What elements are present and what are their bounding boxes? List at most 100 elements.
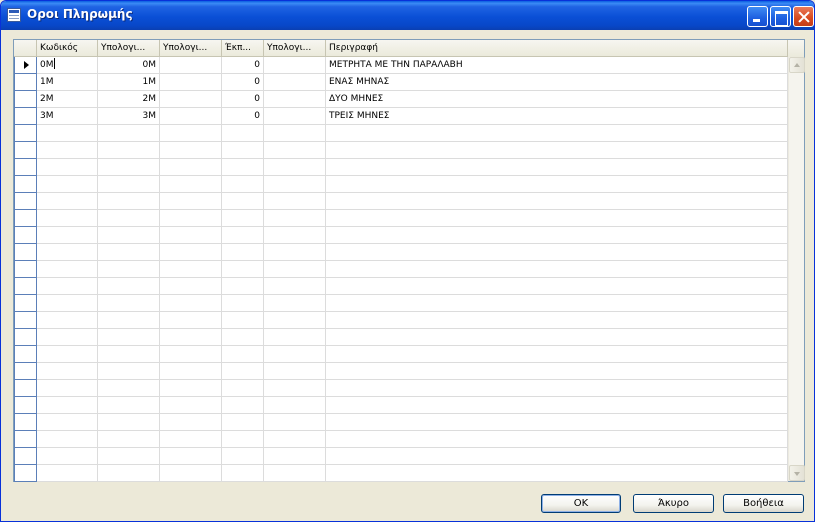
cell-calc3[interactable] — [264, 108, 326, 125]
table-row[interactable] — [14, 448, 788, 465]
cell-calc3[interactable] — [264, 329, 326, 346]
cell-calc1[interactable] — [98, 159, 160, 176]
payment-terms-grid[interactable]: Κωδικός Υπολογι... Υπολογι... Έκπ... Υπο… — [13, 39, 805, 482]
cell-calc2[interactable] — [160, 312, 222, 329]
cell-calc3[interactable] — [264, 278, 326, 295]
cell-calc1[interactable] — [98, 448, 160, 465]
cell-description[interactable] — [326, 159, 788, 176]
cell-calc1[interactable] — [98, 431, 160, 448]
cell-code[interactable] — [37, 431, 98, 448]
table-row[interactable] — [14, 295, 788, 312]
cell-calc2[interactable] — [160, 329, 222, 346]
cell-calc1[interactable]: 1M — [98, 74, 160, 91]
cell-code[interactable] — [37, 278, 98, 295]
cell-calc1[interactable] — [98, 380, 160, 397]
cell-description[interactable] — [326, 346, 788, 363]
cell-calc3[interactable] — [264, 91, 326, 108]
cell-code[interactable] — [37, 159, 98, 176]
cell-calc3[interactable] — [264, 227, 326, 244]
cell-discount[interactable] — [222, 414, 264, 431]
cell-calc2[interactable] — [160, 57, 222, 74]
row-selector[interactable] — [14, 448, 37, 465]
table-row[interactable]: 1M 1M 0 ΕΝΑΣ ΜΗΝΑΣ — [14, 74, 788, 91]
table-row[interactable] — [14, 431, 788, 448]
table-row[interactable] — [14, 142, 788, 159]
cell-discount[interactable] — [222, 346, 264, 363]
cell-discount[interactable] — [222, 159, 264, 176]
cell-description[interactable] — [326, 448, 788, 465]
cell-calc3[interactable] — [264, 380, 326, 397]
cell-calc2[interactable] — [160, 108, 222, 125]
cell-calc2[interactable] — [160, 397, 222, 414]
cell-description[interactable] — [326, 431, 788, 448]
cell-code[interactable] — [37, 227, 98, 244]
cell-calc2[interactable] — [160, 465, 222, 482]
cell-code[interactable] — [37, 329, 98, 346]
cell-calc1[interactable] — [98, 363, 160, 380]
cell-calc1[interactable] — [98, 227, 160, 244]
cell-code[interactable] — [37, 346, 98, 363]
row-selector[interactable] — [14, 210, 37, 227]
scroll-up-arrow-icon[interactable] — [789, 57, 805, 73]
cell-description[interactable] — [326, 210, 788, 227]
ok-button[interactable]: OK — [541, 494, 621, 513]
cell-code[interactable] — [37, 414, 98, 431]
column-header-calc1[interactable]: Υπολογι... — [98, 40, 160, 57]
cell-discount[interactable] — [222, 227, 264, 244]
cell-calc1[interactable] — [98, 329, 160, 346]
cell-calc1[interactable] — [98, 346, 160, 363]
cell-calc3[interactable] — [264, 448, 326, 465]
cell-calc1[interactable] — [98, 210, 160, 227]
cell-calc3[interactable] — [264, 431, 326, 448]
cell-description[interactable]: ΜΕΤΡΗΤΑ ΜΕ ΤΗΝ ΠΑΡΑΛΑΒΗ — [326, 57, 788, 74]
cell-discount[interactable]: 0 — [222, 91, 264, 108]
table-row[interactable] — [14, 278, 788, 295]
cell-calc1[interactable] — [98, 397, 160, 414]
cell-description[interactable] — [326, 244, 788, 261]
cell-description[interactable]: ΔΥΟ ΜΗΝΕΣ — [326, 91, 788, 108]
row-selector[interactable] — [14, 312, 37, 329]
cell-discount[interactable] — [222, 363, 264, 380]
cell-calc2[interactable] — [160, 244, 222, 261]
cell-calc2[interactable] — [160, 380, 222, 397]
cell-code[interactable] — [37, 312, 98, 329]
table-row[interactable] — [14, 193, 788, 210]
cell-calc2[interactable] — [160, 159, 222, 176]
cell-calc1[interactable] — [98, 142, 160, 159]
cell-calc3[interactable] — [264, 465, 326, 482]
table-row[interactable] — [14, 176, 788, 193]
cell-calc2[interactable] — [160, 125, 222, 142]
cell-calc3[interactable] — [264, 346, 326, 363]
cell-code[interactable]: 2M — [37, 91, 98, 108]
row-selector[interactable] — [14, 108, 37, 125]
cell-code[interactable] — [37, 295, 98, 312]
row-selector[interactable] — [14, 261, 37, 278]
cell-code[interactable]: 1M — [37, 74, 98, 91]
cell-calc3[interactable] — [264, 414, 326, 431]
cell-description[interactable] — [326, 227, 788, 244]
maximize-button[interactable] — [770, 6, 791, 27]
cell-description[interactable] — [326, 329, 788, 346]
cell-discount[interactable] — [222, 295, 264, 312]
cell-calc1[interactable] — [98, 295, 160, 312]
cell-code[interactable] — [37, 397, 98, 414]
cell-discount[interactable] — [222, 176, 264, 193]
cell-code[interactable] — [37, 380, 98, 397]
table-row[interactable]: 2M 2M 0 ΔΥΟ ΜΗΝΕΣ — [14, 91, 788, 108]
cell-code[interactable] — [37, 142, 98, 159]
cell-discount[interactable] — [222, 397, 264, 414]
cell-code[interactable] — [37, 448, 98, 465]
cancel-button[interactable]: Άκυρο — [633, 494, 714, 513]
table-row[interactable] — [14, 346, 788, 363]
column-header-description[interactable]: Περιγραφή — [326, 40, 788, 57]
row-selector[interactable] — [14, 91, 37, 108]
table-row[interactable] — [14, 329, 788, 346]
current-row-pointer-icon[interactable] — [14, 57, 37, 74]
cell-discount[interactable] — [222, 465, 264, 482]
cell-calc3[interactable] — [264, 142, 326, 159]
table-row[interactable] — [14, 244, 788, 261]
scroll-down-arrow-icon[interactable] — [789, 465, 805, 481]
cell-calc2[interactable] — [160, 431, 222, 448]
cell-calc1[interactable] — [98, 261, 160, 278]
table-row[interactable]: 3M 3M 0 ΤΡΕΙΣ ΜΗΝΕΣ — [14, 108, 788, 125]
